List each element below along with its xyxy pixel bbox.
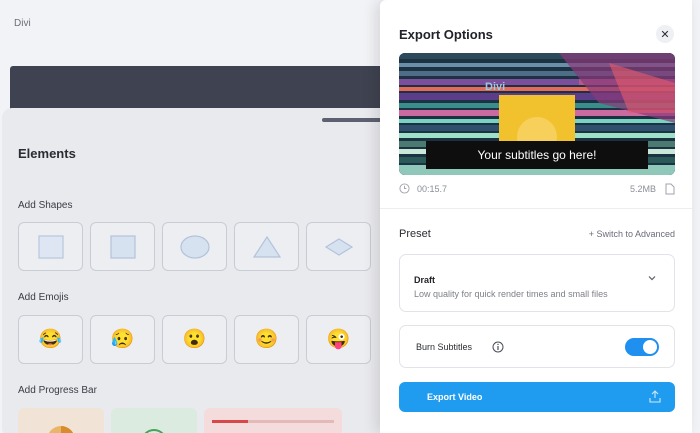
tears-of-joy-emoji-icon: 😂: [38, 329, 63, 350]
preview-overlay-text: Divi: [485, 81, 506, 93]
preset-select[interactable]: Draft Low quality for quick render times…: [399, 254, 675, 312]
drag-handle[interactable]: [322, 118, 382, 122]
switch-to-advanced-link[interactable]: + Switch to Advanced: [589, 229, 675, 239]
divider: [380, 208, 692, 209]
preset-name: Draft: [414, 275, 436, 285]
emoji-tile[interactable]: 😮: [162, 315, 227, 364]
pie-progress-icon: [48, 426, 74, 433]
progress-pie-tile[interactable]: [18, 408, 104, 433]
emoji-tile[interactable]: 😂: [18, 315, 83, 364]
triangle-icon: [252, 235, 281, 258]
export-video-button[interactable]: Export Video: [399, 382, 675, 412]
surprised-emoji-icon: 😮: [182, 329, 207, 350]
file-size-text: 5.2MB: [629, 184, 656, 194]
preset-description: Low quality for quick render times and s…: [414, 289, 608, 299]
shape-circle-tile[interactable]: [162, 222, 227, 271]
emojis-row: 😂 😥 😮 😊 😜: [18, 315, 371, 364]
close-icon: ✕: [660, 28, 670, 41]
preview-meta: 00:15.7 5.2MB: [399, 183, 675, 197]
toggle-knob: [643, 340, 657, 354]
emoji-tile[interactable]: 😜: [306, 315, 371, 364]
duration-text: 00:15.7: [417, 184, 448, 194]
add-shapes-label: Add Shapes: [18, 200, 73, 211]
progress-bar-row: [18, 408, 342, 433]
square-outline-icon: [37, 234, 64, 259]
shape-square-filled-tile[interactable]: [90, 222, 155, 271]
burn-subtitles-toggle[interactable]: [625, 338, 659, 356]
progress-line-tile[interactable]: [204, 408, 342, 433]
sad-emoji-icon: 😥: [110, 329, 135, 350]
burn-subtitles-label: Burn Subtitles: [416, 342, 473, 352]
circle-icon: [179, 234, 210, 259]
line-progress-icon: [212, 420, 334, 423]
winking-tongue-emoji-icon: 😜: [326, 329, 351, 350]
shapes-row: [18, 222, 371, 271]
progress-ring-tile[interactable]: [111, 408, 197, 433]
upload-icon: [649, 390, 661, 403]
elements-panel: Elements Add Shapes Add Emojis 😂 😥 😮 😊 😜…: [2, 108, 394, 433]
dialog-title: Export Options: [399, 27, 493, 42]
smiling-emoji-icon: 😊: [254, 329, 279, 350]
diamond-icon: [324, 237, 353, 256]
burn-subtitles-row: Burn Subtitles: [399, 325, 675, 368]
export-video-label: Export Video: [427, 392, 483, 402]
square-icon: [109, 234, 136, 259]
shape-triangle-tile[interactable]: [234, 222, 299, 271]
chevron-down-icon: [648, 276, 656, 281]
preview-yellow-shape: [499, 95, 575, 157]
export-options-dialog: Export Options ✕ Divi Your subtitles go …: [380, 0, 692, 433]
add-emojis-label: Add Emojis: [18, 292, 69, 303]
emoji-tile[interactable]: 😊: [234, 315, 299, 364]
shape-square-tile[interactable]: [18, 222, 83, 271]
emoji-tile[interactable]: 😥: [90, 315, 155, 364]
ring-progress-icon: [144, 429, 164, 433]
subtitle-preview: Your subtitles go here!: [426, 141, 648, 169]
file-icon: [665, 183, 675, 195]
shape-diamond-tile[interactable]: [306, 222, 371, 271]
close-button[interactable]: ✕: [656, 25, 674, 43]
elements-title: Elements: [18, 146, 76, 161]
video-preview: Divi Your subtitles go here!: [399, 53, 675, 175]
info-icon[interactable]: [492, 341, 504, 353]
add-progress-bar-label: Add Progress Bar: [18, 385, 97, 396]
app-title: Divi: [14, 18, 31, 29]
clock-icon: [399, 183, 410, 194]
preset-label: Preset: [399, 228, 431, 240]
